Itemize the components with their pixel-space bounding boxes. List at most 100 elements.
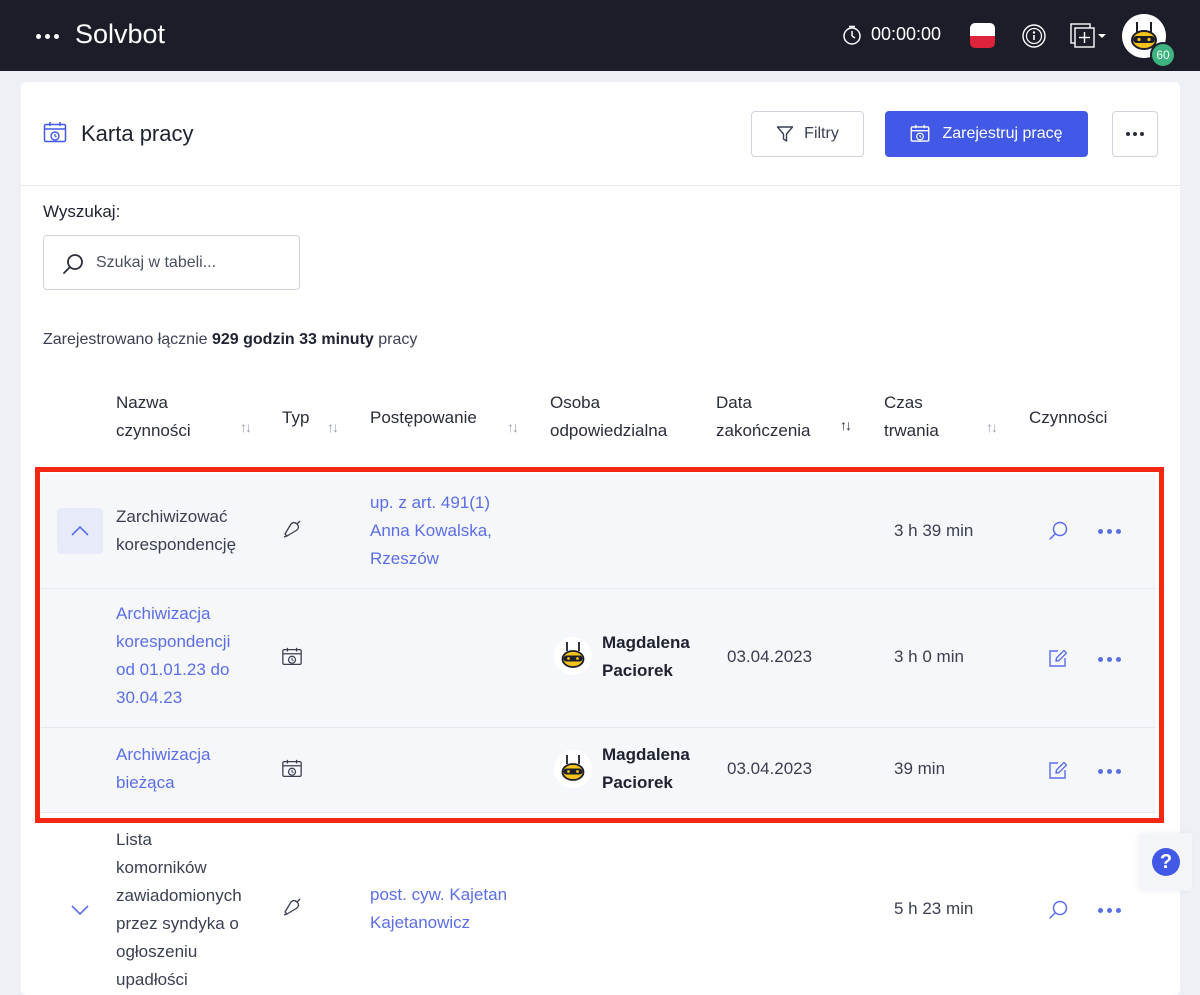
chevron-up-icon [71,525,89,536]
sort-icon[interactable]: ↑↓ [507,419,519,435]
calendar-clock-icon [911,124,930,142]
sort-icon[interactable]: ↑↓ [986,419,998,435]
avatar-badge: 60 [1150,42,1176,68]
row-name-line: Zarchiwizować [116,507,228,526]
search-box[interactable] [43,235,300,290]
work-entry-link[interactable]: Archiwizacja bieżąca [116,741,210,797]
work-entry-line[interactable]: od 01.01.23 do [116,656,230,684]
column-header-person: Osoba odpowiedzialna [550,389,667,445]
person-name: Magdalena Paciorek [602,741,690,797]
work-entry-line[interactable]: korespondencji [116,628,230,656]
card-header: Karta pracy Filtry Zarejestruj pracę [21,82,1180,186]
person-name-line: Magdalena [602,745,690,764]
work-entry-link[interactable]: Archiwizacja korespondencji od 01.01.23 … [116,600,230,712]
row-name-line: ogłoszeniu [116,942,198,961]
work-entry-line[interactable]: 30.04.23 [116,684,230,712]
row-more-icon[interactable] [1098,906,1122,914]
help-button[interactable]: ? [1140,833,1192,891]
person-name-line: Paciorek [602,661,673,680]
column-header-actions: Czynności [1029,408,1108,427]
edit-icon[interactable] [1047,647,1069,669]
work-card: Karta pracy Filtry Zarejestruj pracę Wys… [21,82,1180,995]
search-icon [63,254,83,274]
search-icon[interactable] [1047,520,1069,542]
row-more-icon[interactable] [1098,527,1122,535]
table-row: Archiwizacja korespondencji od 01.01.23 … [41,589,1156,728]
person-name-line: Paciorek [602,773,673,792]
flag-pl-icon[interactable] [970,23,995,48]
help-icon: ? [1152,848,1180,876]
search-input[interactable] [96,250,286,276]
page-title: Karta pracy [81,121,194,146]
work-entry-line[interactable]: bieżąca [116,769,210,797]
info-icon[interactable] [1021,23,1047,49]
row-more-icon[interactable] [1098,655,1122,663]
table-row: Zarchiwizować korespondencję up. z art. … [41,474,1156,589]
filters-button[interactable]: Filtry [751,111,864,157]
row-duration: 3 h 0 min [894,647,964,666]
row-name-line: korespondencję [116,535,237,554]
column-name-line1: Nazwa [116,393,168,412]
row-duration: 3 h 39 min [894,521,974,540]
column-header-name[interactable]: Nazwa czynności [116,389,191,445]
case-link-line[interactable]: Rzeszów [370,545,492,573]
calendar-clock-icon [282,647,302,665]
column-person-line1: Osoba [550,393,601,412]
register-work-label: Zarejestruj pracę [942,125,1063,142]
column-name-line2: czynności [116,421,191,440]
person-avatar [554,637,592,675]
calendar-clock-icon [282,759,302,777]
case-link-line[interactable]: up. z art. 491(1) [370,489,492,517]
register-work-button[interactable]: Zarejestruj pracę [885,111,1088,157]
person-name: Magdalena Paciorek [602,629,690,685]
case-link[interactable]: post. cyw. Kajetan Kajetanowicz [370,881,507,937]
row-duration: 39 min [894,759,946,778]
task-bell-icon [283,898,301,916]
case-link-line[interactable]: Kajetanowicz [370,909,507,937]
row-name: Zarchiwizować korespondencję [116,503,236,559]
row-date: 03.04.2023 [727,759,813,778]
summary-suffix: pracy [378,331,418,348]
column-header-date[interactable]: Data zakończenia [716,389,811,445]
person-name-line: Magdalena [602,633,690,652]
more-options-button[interactable] [1112,111,1158,157]
timer-icon[interactable] [842,25,862,45]
row-name-line: Lista [116,830,152,849]
column-duration-line2: trwania [884,421,939,440]
case-link[interactable]: up. z art. 491(1) Anna Kowalska, Rzeszów [370,489,492,573]
summary-text: Zarejestrowano łącznie 929 godzin 33 min… [43,331,417,349]
row-name: Lista komorników zawiadomionych przez sy… [116,826,242,994]
case-link-line[interactable]: post. cyw. Kajetan [370,881,507,909]
add-window-icon[interactable] [1069,22,1109,49]
row-more-icon[interactable] [1098,767,1122,775]
menu-dots-icon[interactable] [36,26,62,46]
sort-desc-icon[interactable]: ↑↓ [840,417,852,433]
collapse-toggle[interactable] [57,508,103,554]
row-duration: 5 h 23 min [894,899,974,918]
timer-readout[interactable]: 00:00:00 [871,24,941,45]
edit-icon[interactable] [1047,759,1069,781]
summary-prefix: Zarejestrowano łącznie [43,331,208,348]
search-icon[interactable] [1047,899,1069,921]
search-label: Wyszukaj: [43,202,121,221]
sort-icon[interactable]: ↑↓ [327,419,339,435]
summary-total: 929 godzin 33 minuty [211,331,374,348]
filter-icon [776,126,794,142]
work-entry-line[interactable]: Archiwizacja [116,741,210,769]
task-bell-icon [283,520,301,538]
app-title[interactable]: Solvbot [75,19,165,50]
column-header-duration[interactable]: Czas trwania [884,389,939,445]
column-date-line2: zakończenia [716,421,811,440]
expand-toggle[interactable] [57,887,103,933]
table-row: Archiwizacja bieżąca Magdalena Paciorek … [41,728,1156,813]
work-entry-line[interactable]: Archiwizacja [116,600,230,628]
column-header-type[interactable]: Typ [282,404,309,432]
column-header-case[interactable]: Postępowanie [370,404,477,432]
table-row: Lista komorników zawiadomionych przez sy… [41,813,1156,995]
sort-icon[interactable]: ↑↓ [240,419,252,435]
column-date-line1: Data [716,393,752,412]
chevron-down-icon [71,905,89,916]
row-name-line: zawiadomionych [116,886,242,905]
case-link-line[interactable]: Anna Kowalska, [370,517,492,545]
row-name-line: przez syndyka o [116,914,239,933]
